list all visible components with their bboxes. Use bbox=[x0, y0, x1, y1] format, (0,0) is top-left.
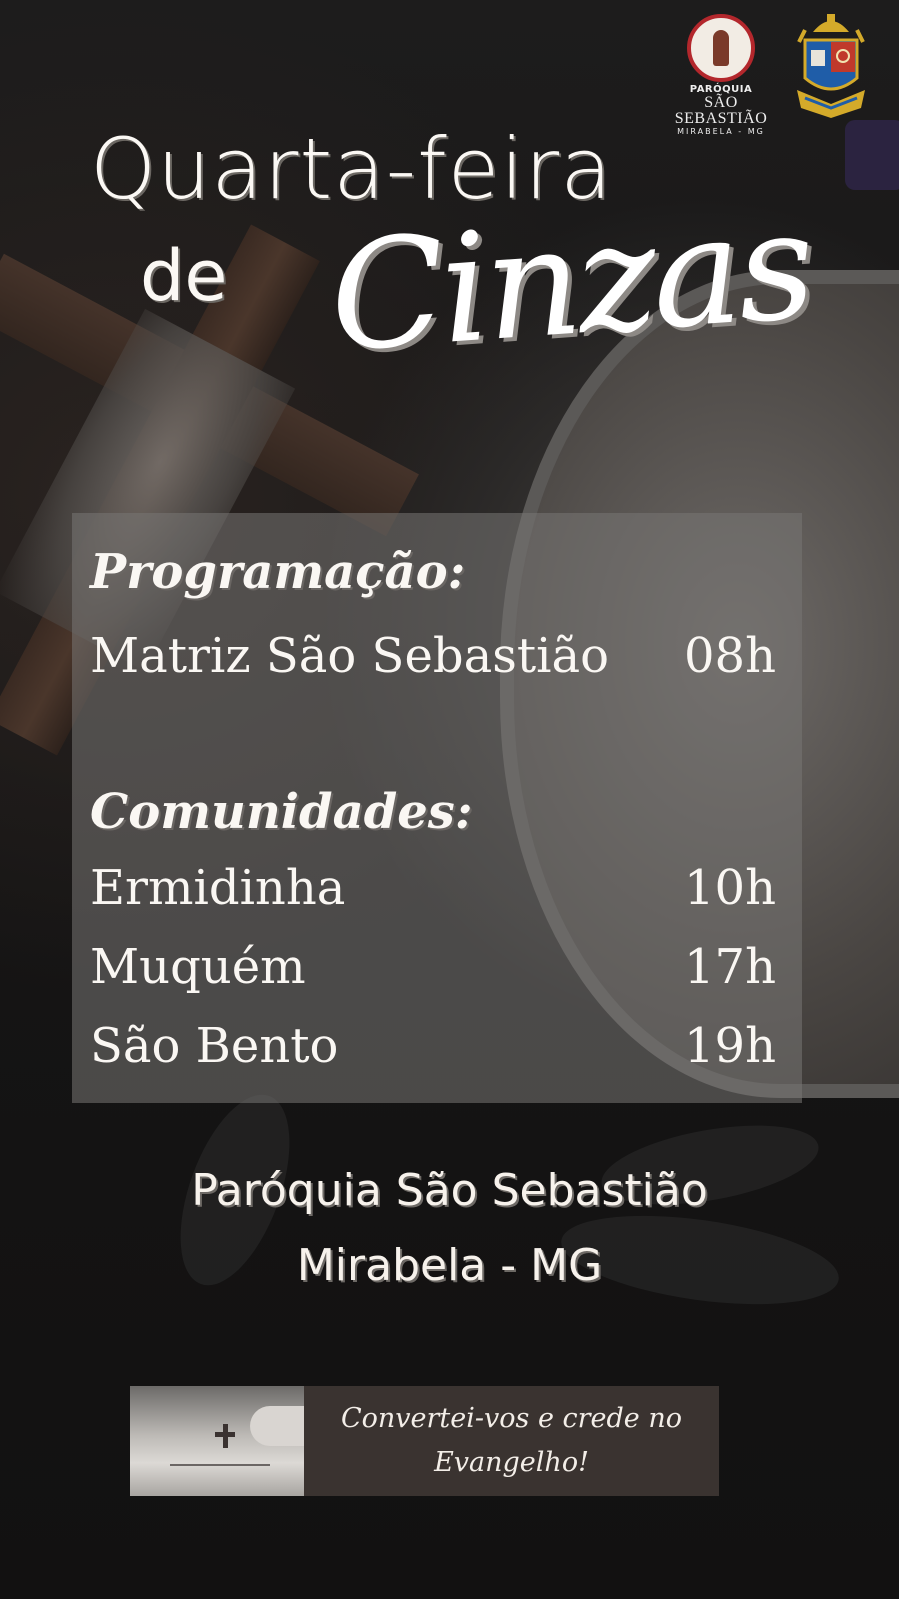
comunidades-heading: Comunidades: bbox=[90, 784, 473, 840]
schedule-place: Muquém bbox=[90, 939, 306, 995]
poster: PARÓQUIA SÃO SEBASTIÃO MIRABELA - MG Qua… bbox=[0, 0, 899, 1599]
footer-location: Mirabela - MG bbox=[296, 1240, 603, 1291]
title-script: Cinzas bbox=[324, 178, 817, 386]
schedule-place: São Bento bbox=[90, 1018, 339, 1074]
quote-banner: Convertei-vos e crede no Evangelho! bbox=[304, 1386, 719, 1496]
schedule-row: Ermidinha 10h bbox=[90, 858, 776, 918]
parish-logo: PARÓQUIA SÃO SEBASTIÃO MIRABELA - MG bbox=[656, 14, 786, 136]
quote-line1: Convertei-vos e crede no bbox=[340, 1403, 683, 1434]
parish-logo-line2: SÃO SEBASTIÃO bbox=[674, 94, 768, 127]
diocese-coat-of-arms-icon bbox=[791, 12, 871, 120]
schedule-row: Matriz São Sebastião 08h bbox=[90, 626, 776, 686]
schedule-time: 19h bbox=[684, 1018, 776, 1074]
ash-cross-icon bbox=[215, 1424, 235, 1448]
schedule-place: Ermidinha bbox=[90, 860, 346, 916]
purple-cloth-image bbox=[845, 120, 899, 190]
footer-parish-name: Paróquia São Sebastião bbox=[191, 1165, 708, 1216]
parish-logo-line3: MIRABELA - MG bbox=[677, 127, 765, 136]
parish-medal-icon bbox=[687, 14, 755, 82]
schedule-row: São Bento 19h bbox=[90, 1016, 776, 1076]
schedule-row: Muquém 17h bbox=[90, 937, 776, 997]
closed-eyes-image bbox=[170, 1464, 270, 1472]
title-line2: de bbox=[140, 235, 228, 317]
schedule-time: 17h bbox=[684, 939, 776, 995]
ash-cross-forehead-photo bbox=[130, 1386, 304, 1496]
schedule-time: 08h bbox=[684, 628, 776, 684]
thumb-image bbox=[250, 1406, 304, 1446]
schedule-time: 10h bbox=[684, 860, 776, 916]
quote-line2: Evangelho! bbox=[434, 1447, 589, 1478]
schedule-place: Matriz São Sebastião bbox=[90, 628, 609, 684]
programacao-heading: Programação: bbox=[90, 544, 466, 600]
